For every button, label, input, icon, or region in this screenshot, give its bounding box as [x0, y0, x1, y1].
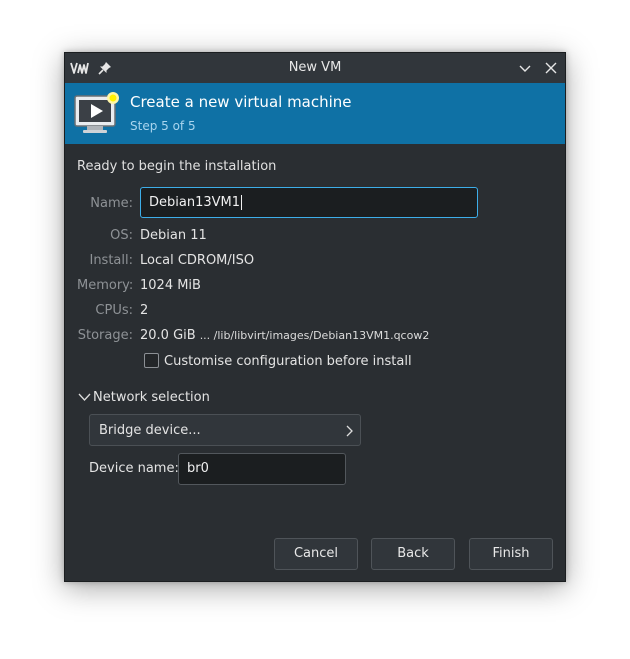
- storage-size: 20.0 GiB: [140, 328, 196, 343]
- name-label: Name:: [90, 196, 133, 211]
- network-source-dropdown[interactable]: Bridge device...: [89, 414, 361, 446]
- network-source-value: Bridge device...: [99, 423, 201, 438]
- os-label: OS:: [110, 228, 133, 243]
- storage-value: 20.0 GiB... /lib/libvirt/images/Debian13…: [140, 328, 429, 343]
- banner-title: Create a new virtual machine: [130, 93, 352, 111]
- vm-name-value: Debian13VM1: [149, 195, 240, 210]
- device-name-label: Device name:: [89, 461, 179, 476]
- cpus-label: CPUs:: [95, 303, 133, 318]
- storage-label: Storage:: [77, 328, 133, 343]
- cpus-value: 2: [140, 303, 149, 318]
- memory-value: 1024 MiB: [140, 278, 201, 293]
- minimize-chevron-icon[interactable]: [518, 62, 532, 76]
- header-banner: Create a new virtual machine Step 5 of 5: [65, 83, 565, 144]
- back-button[interactable]: Back: [371, 538, 455, 570]
- install-value: Local CDROM/ISO: [140, 253, 255, 268]
- new-vm-monitor-icon: [74, 92, 119, 133]
- cancel-button[interactable]: Cancel: [274, 538, 358, 570]
- device-name-input[interactable]: br0: [178, 453, 346, 485]
- finish-button[interactable]: Finish: [469, 538, 553, 570]
- customise-checkbox[interactable]: [144, 353, 159, 368]
- storage-path: ... /lib/libvirt/images/Debian13VM1.qcow…: [199, 329, 430, 342]
- vm-name-input[interactable]: Debian13VM1: [140, 187, 478, 218]
- titlebar[interactable]: New VM: [65, 53, 565, 84]
- close-icon[interactable]: [544, 61, 558, 75]
- new-vm-dialog: New VM Create a new virtual machine Step…: [64, 52, 566, 582]
- chevron-down-icon: [78, 393, 91, 401]
- window-title: New VM: [288, 60, 342, 75]
- memory-label: Memory:: [77, 278, 134, 293]
- text-caret: [241, 195, 242, 210]
- chevron-right-icon: [346, 425, 353, 437]
- ready-text: Ready to begin the installation: [77, 159, 277, 174]
- step-indicator: Step 5 of 5: [130, 119, 196, 133]
- network-selection-label: Network selection: [93, 390, 210, 405]
- install-label: Install:: [89, 253, 133, 268]
- os-value: Debian 11: [140, 228, 207, 243]
- customise-checkbox-label[interactable]: Customise configuration before install: [164, 354, 412, 369]
